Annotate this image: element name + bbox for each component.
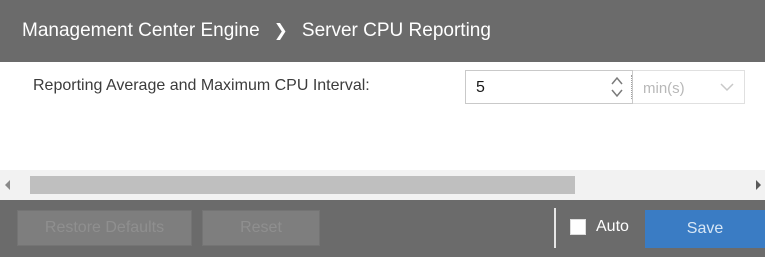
scroll-left-arrow-icon[interactable] <box>4 179 12 191</box>
save-button[interactable]: Save <box>645 210 765 248</box>
scroll-right-arrow-icon[interactable] <box>754 179 762 191</box>
breadcrumb-current: Server CPU Reporting <box>301 20 491 41</box>
breadcrumb: Management Center Engine ❯ Server CPU Re… <box>0 20 491 42</box>
spinner-divider <box>631 75 632 99</box>
scrollbar-thumb[interactable] <box>30 176 575 194</box>
cpu-interval-label: Reporting Average and Maximum CPU Interv… <box>33 77 370 94</box>
restore-defaults-button[interactable]: Restore Defaults <box>17 210 192 246</box>
horizontal-scrollbar[interactable] <box>0 170 765 200</box>
chevron-right-icon: ❯ <box>273 21 288 40</box>
up-down-arrows-icon[interactable] <box>610 74 624 100</box>
interval-unit-select[interactable]: min(s) <box>633 70 745 104</box>
auto-checkbox[interactable] <box>570 219 586 235</box>
auto-label: Auto <box>596 218 629 235</box>
reset-button[interactable]: Reset <box>202 210 320 246</box>
panel-footer: Restore Defaults Reset Auto Save <box>0 200 765 257</box>
chevron-down-icon[interactable] <box>720 82 734 92</box>
auto-toggle[interactable]: Auto <box>570 218 629 236</box>
cpu-interval-value[interactable]: 5 <box>476 79 485 97</box>
footer-divider <box>554 208 556 248</box>
interval-unit-value: min(s) <box>643 80 685 97</box>
panel-header: Management Center Engine ❯ Server CPU Re… <box>0 0 765 62</box>
cpu-interval-spinner[interactable]: 5 <box>465 70 633 104</box>
breadcrumb-parent[interactable]: Management Center Engine <box>22 20 260 42</box>
settings-content: Reporting Average and Maximum CPU Interv… <box>0 62 765 170</box>
